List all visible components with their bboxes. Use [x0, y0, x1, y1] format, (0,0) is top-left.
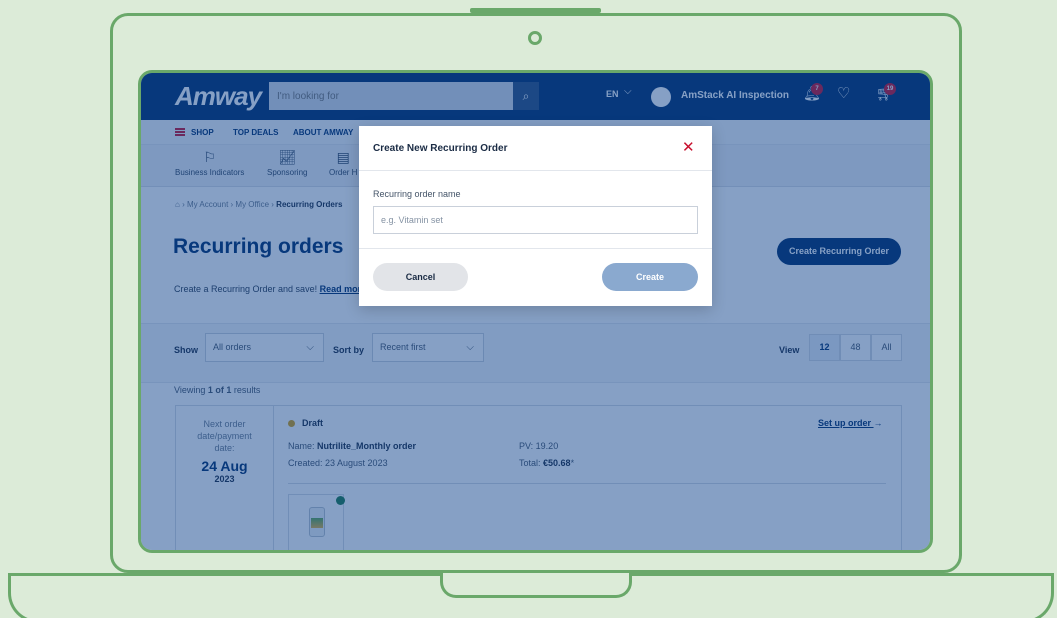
close-icon[interactable]: ✕ — [682, 138, 695, 156]
order-name-field[interactable] — [373, 206, 698, 234]
order-name-field-label: Recurring order name — [373, 189, 461, 199]
cancel-button[interactable]: Cancel — [373, 263, 468, 291]
dialog-divider — [359, 248, 712, 249]
dialog-title: Create New Recurring Order — [373, 143, 508, 154]
camera-icon — [528, 31, 542, 45]
create-button[interactable]: Create — [602, 263, 698, 291]
laptop-trackpad-notch — [440, 573, 632, 598]
amway-app: Amway ⌕ EN ⌵ AmStack AI Inspection 🔔︎ 7 … — [141, 73, 930, 550]
create-recurring-order-dialog: Create New Recurring Order ✕ Recurring o… — [359, 126, 712, 306]
laptop-screen: Amway ⌕ EN ⌵ AmStack AI Inspection 🔔︎ 7 … — [138, 70, 933, 553]
dialog-divider — [359, 170, 712, 171]
